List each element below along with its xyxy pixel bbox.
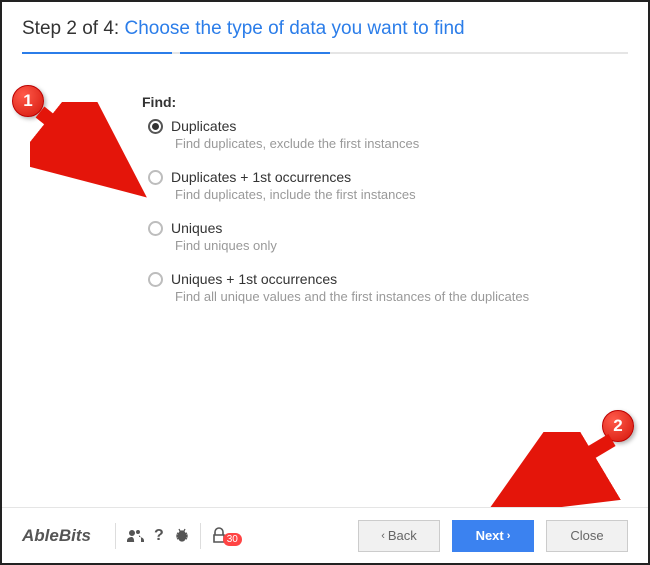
radio-icon xyxy=(148,119,163,134)
back-button[interactable]: ‹ Back xyxy=(358,520,440,552)
progress-tabs xyxy=(22,52,628,54)
help-icon[interactable]: ? xyxy=(154,527,164,545)
option-desc: Find duplicates, exclude the first insta… xyxy=(175,136,582,151)
chevron-left-icon: ‹ xyxy=(381,530,385,542)
brand-logo: AbleBits xyxy=(22,526,91,546)
option-uniques[interactable]: Uniques Find uniques only xyxy=(142,220,582,253)
find-label: Find: xyxy=(142,94,582,110)
lock-badge-icon[interactable]: 30 xyxy=(211,525,242,546)
close-button[interactable]: Close xyxy=(546,520,628,552)
step-prefix: Step 2 of 4: xyxy=(22,18,124,39)
chevron-right-icon: › xyxy=(507,530,511,542)
people-icon[interactable] xyxy=(126,528,144,544)
option-desc: Find duplicates, include the first insta… xyxy=(175,187,582,202)
annotation-badge-2: 2 xyxy=(602,410,634,442)
next-label: Next xyxy=(476,528,504,543)
option-duplicates[interactable]: Duplicates Find duplicates, exclude the … xyxy=(142,118,582,151)
annotation-badge-1: 1 xyxy=(12,85,44,117)
option-duplicates-1st[interactable]: Duplicates + 1st occurrences Find duplic… xyxy=(142,169,582,202)
radio-icon xyxy=(148,221,163,236)
step-title: Choose the type of data you want to find xyxy=(124,18,464,39)
radio-icon xyxy=(148,170,163,185)
back-label: Back xyxy=(388,528,417,543)
step-header: Step 2 of 4: Choose the type of data you… xyxy=(22,18,628,40)
bug-icon[interactable] xyxy=(174,528,190,544)
close-label: Close xyxy=(570,528,603,543)
option-uniques-1st[interactable]: Uniques + 1st occurrences Find all uniqu… xyxy=(142,271,582,304)
next-button[interactable]: Next › xyxy=(452,520,534,552)
option-label: Duplicates xyxy=(171,118,236,134)
option-label: Duplicates + 1st occurrences xyxy=(171,169,351,185)
option-desc: Find uniques only xyxy=(175,238,582,253)
footer: AbleBits ? 30 ‹ Back Next › Close xyxy=(2,507,648,563)
option-label: Uniques + 1st occurrences xyxy=(171,271,337,287)
badge-count: 30 xyxy=(223,533,242,546)
option-label: Uniques xyxy=(171,220,222,236)
radio-icon xyxy=(148,272,163,287)
option-desc: Find all unique values and the first ins… xyxy=(175,289,582,304)
